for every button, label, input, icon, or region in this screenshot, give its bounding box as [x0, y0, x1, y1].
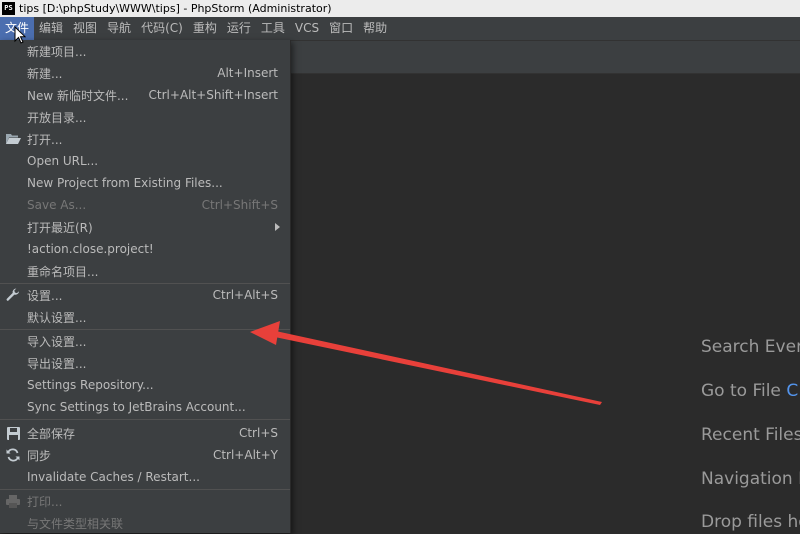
- shortcut-synchronize: Ctrl+Alt+Y: [212, 448, 278, 462]
- file-menu-dropdown: 新建项目... 新建... Alt+Insert New 新临时文件... Ct…: [0, 40, 291, 533]
- menu-item-save-as[interactable]: Save As... Ctrl+Shift+S: [0, 194, 290, 216]
- menu-bar: 文件 编辑 视图 导航 代码(C) 重构 运行 工具 VCS 窗口 帮助: [0, 17, 800, 41]
- menu-view[interactable]: 视图: [68, 17, 102, 40]
- menu-item-new-from-existing[interactable]: New Project from Existing Files...: [0, 172, 290, 194]
- menu-item-invalidate-caches[interactable]: Invalidate Caches / Restart...: [0, 466, 290, 488]
- menu-item-associate-file-type[interactable]: 与文件类型相关联: [0, 512, 290, 534]
- menu-item-new-scratch-file[interactable]: New 新临时文件... Ctrl+Alt+Shift+Insert: [0, 84, 290, 106]
- menu-separator: [0, 419, 290, 420]
- menu-code[interactable]: 代码(C): [136, 17, 188, 40]
- shortcut-save-all: Ctrl+S: [238, 426, 278, 440]
- menu-refactor[interactable]: 重构: [188, 17, 222, 40]
- menu-help[interactable]: 帮助: [358, 17, 392, 40]
- menu-edit[interactable]: 编辑: [34, 17, 68, 40]
- menu-item-synchronize[interactable]: 同步 Ctrl+Alt+Y: [0, 444, 290, 466]
- window-title: tips [D:\phpStudy\WWW\tips] - PhpStorm (…: [19, 2, 332, 15]
- editor-welcome-area: [291, 74, 800, 533]
- refresh-icon: [5, 447, 21, 463]
- hint-search-everywhere: Search Every: [701, 337, 800, 357]
- folder-open-icon: [5, 131, 21, 147]
- submenu-arrow-icon: [275, 223, 280, 231]
- menu-item-export-settings[interactable]: 导出设置...: [0, 352, 290, 374]
- menu-item-new-project[interactable]: 新建项目...: [0, 40, 290, 62]
- window-titlebar: PS tips [D:\phpStudy\WWW\tips] - PhpStor…: [0, 0, 800, 17]
- menu-item-default-settings[interactable]: 默认设置...: [0, 306, 290, 328]
- menu-run[interactable]: 运行: [222, 17, 256, 40]
- hint-go-to-file: Go to File C: [701, 381, 799, 401]
- menu-item-open-url[interactable]: Open URL...: [0, 150, 290, 172]
- hint-recent-files: Recent Files: [701, 425, 800, 445]
- navigation-toolbar: [291, 41, 800, 74]
- menu-item-new[interactable]: 新建... Alt+Insert: [0, 62, 290, 84]
- mouse-cursor-icon: [14, 26, 26, 44]
- menu-vcs[interactable]: VCS: [290, 17, 324, 40]
- menu-item-save-all[interactable]: 全部保存 Ctrl+S: [0, 422, 290, 444]
- menu-item-import-settings[interactable]: 导入设置...: [0, 330, 290, 352]
- menu-navigate[interactable]: 导航: [102, 17, 136, 40]
- shortcut-save-as: Ctrl+Shift+S: [201, 198, 278, 212]
- menu-item-print[interactable]: 打印...: [0, 490, 290, 512]
- menu-item-open-recent[interactable]: 打开最近(R): [0, 216, 290, 238]
- shortcut-new-scratch: Ctrl+Alt+Shift+Insert: [148, 88, 278, 102]
- menu-window[interactable]: 窗口: [324, 17, 358, 40]
- hint-go-to-file-key: C: [786, 381, 799, 401]
- hint-drop-files: Drop files he: [701, 512, 800, 532]
- menu-item-open[interactable]: 打开...: [0, 128, 290, 150]
- menu-item-settings[interactable]: 设置... Ctrl+Alt+S: [0, 284, 290, 306]
- menu-item-close-project[interactable]: !action.close.project!: [0, 238, 290, 260]
- menu-item-rename-project[interactable]: 重命名项目...: [0, 260, 290, 282]
- menu-item-open-directory[interactable]: 开放目录...: [0, 106, 290, 128]
- printer-icon: [5, 493, 21, 509]
- shortcut-settings: Ctrl+Alt+S: [212, 288, 278, 302]
- save-disk-icon: [5, 425, 21, 441]
- menu-item-settings-repository[interactable]: Settings Repository...: [0, 374, 290, 396]
- menu-item-sync-settings[interactable]: Sync Settings to JetBrains Account...: [0, 396, 290, 418]
- phpstorm-logo-icon: PS: [2, 2, 15, 15]
- wrench-icon: [5, 287, 21, 303]
- hint-navigation-bar: Navigation I: [701, 469, 800, 489]
- menu-tools[interactable]: 工具: [256, 17, 290, 40]
- shortcut-new: Alt+Insert: [217, 66, 278, 80]
